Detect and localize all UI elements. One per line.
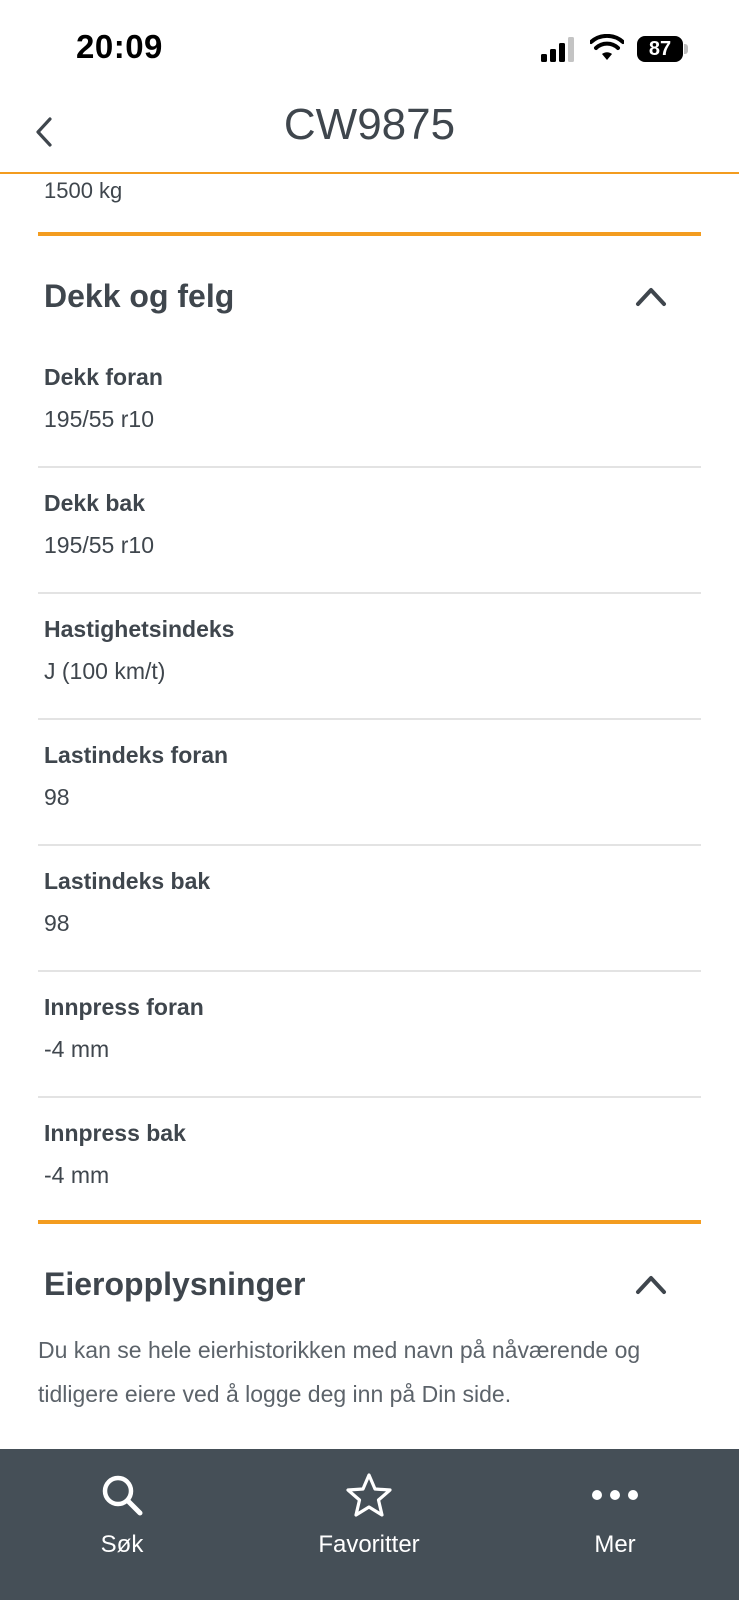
field-value: -4 mm — [44, 1162, 110, 1188]
more-icon — [592, 1490, 638, 1500]
field-dekk-bak: Dekk bak 195/55 r10 — [38, 468, 701, 594]
tab-favorites[interactable]: Favoritter — [289, 1471, 449, 1581]
tab-search[interactable]: Søk — [42, 1471, 202, 1581]
nav-bar: CW9875 — [0, 92, 739, 174]
field-value: 98 — [44, 910, 70, 936]
field-dekk-foran: Dekk foran 195/55 r10 — [38, 342, 701, 468]
star-icon — [346, 1473, 392, 1517]
section-divider — [38, 232, 701, 236]
field-value: J (100 km/t) — [44, 658, 166, 684]
status-time: 20:09 — [76, 28, 163, 65]
section-title: Dekk og felg — [44, 278, 235, 314]
owner-info-line: tidligere eiere ved å logge deg inn på D… — [38, 1381, 512, 1407]
field-label: Dekk foran — [44, 364, 163, 390]
field-hastighetsindeks: Hastighetsindeks J (100 km/t) — [38, 594, 701, 720]
field-innpress-bak: Innpress bak -4 mm — [38, 1098, 701, 1224]
field-label: Innpress bak — [44, 1120, 186, 1146]
field-label: Lastindeks bak — [44, 868, 211, 894]
search-icon — [102, 1475, 143, 1516]
previous-field-value: 1500 kg — [44, 178, 123, 203]
tab-label: Søk — [100, 1531, 144, 1558]
tab-label: Mer — [594, 1531, 636, 1558]
chevron-up-icon — [636, 288, 666, 306]
field-value: 98 — [44, 784, 70, 810]
field-label: Innpress foran — [44, 994, 204, 1020]
tab-bar: Søk Favoritter Mer — [0, 1449, 739, 1600]
battery-icon: 87 — [637, 36, 689, 62]
wifi-icon — [590, 34, 624, 60]
owner-info-line: Du kan se hele eierhistorikken med navn … — [38, 1337, 641, 1363]
chevron-up-icon — [636, 1276, 666, 1294]
field-innpress-foran: Innpress foran -4 mm — [38, 972, 701, 1098]
field-value: 195/55 r10 — [44, 532, 154, 558]
cellular-signal-icon — [541, 37, 574, 62]
tab-label: Favoritter — [318, 1531, 420, 1558]
owner-info-text: Du kan se hele eierhistorikken med navn … — [38, 1328, 688, 1416]
field-value: 195/55 r10 — [44, 406, 154, 432]
tires-section-header[interactable]: Dekk og felg — [44, 278, 694, 318]
owner-section-header[interactable]: Eieropplysninger — [44, 1266, 694, 1306]
battery-level: 87 — [637, 36, 683, 62]
page-title: CW9875 — [283, 100, 456, 149]
field-label: Hastighetsindeks — [44, 616, 235, 642]
tab-more[interactable]: Mer — [535, 1471, 695, 1581]
field-lastindeks-foran: Lastindeks foran 98 — [38, 720, 701, 846]
field-lastindeks-bak: Lastindeks bak 98 — [38, 846, 701, 972]
field-label: Lastindeks foran — [44, 742, 229, 768]
section-divider — [38, 1220, 701, 1224]
section-title: Eieropplysninger — [44, 1266, 306, 1302]
field-label: Dekk bak — [44, 490, 146, 516]
field-value: -4 mm — [44, 1036, 110, 1062]
status-bar: 20:09 87 — [0, 0, 739, 92]
